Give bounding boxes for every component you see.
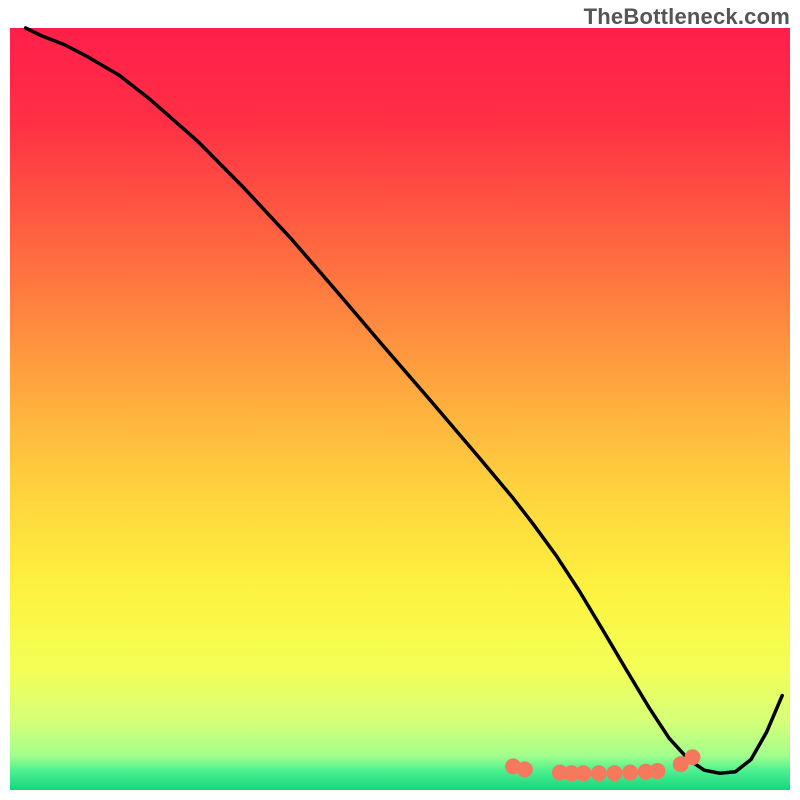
plot-background (10, 28, 790, 790)
watermark-text: TheBottleneck.com (584, 4, 790, 30)
highlight-dot (622, 764, 638, 780)
highlight-dot (591, 765, 607, 781)
highlight-dot (517, 761, 533, 777)
highlight-dot (575, 765, 591, 781)
highlight-dot (649, 763, 665, 779)
bottleneck-chart (0, 0, 800, 800)
chart-frame: TheBottleneck.com (0, 0, 800, 800)
highlight-dot (607, 765, 623, 781)
highlight-dot (685, 749, 701, 765)
